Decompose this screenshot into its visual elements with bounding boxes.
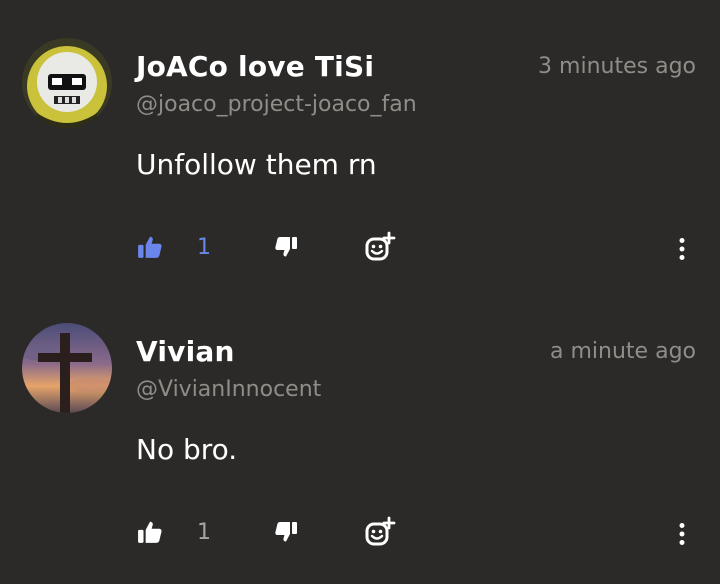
comment-text: No bro. <box>136 433 238 466</box>
thumbs-down-icon <box>275 522 297 542</box>
comment-actions: 1 <box>0 514 720 554</box>
add-reaction-icon <box>365 516 396 546</box>
thumbs-up-icon <box>138 521 162 543</box>
comment-timestamp: a minute ago <box>550 339 696 364</box>
like-button[interactable] <box>132 514 168 550</box>
cross-sunset-avatar-icon <box>22 323 112 413</box>
comment-handle[interactable]: @VivianInnocent <box>136 377 321 402</box>
user-avatar[interactable] <box>22 323 112 413</box>
more-options-icon <box>679 523 685 545</box>
add-reaction-button[interactable] <box>362 514 398 550</box>
comment-item: Vivian @VivianInnocent a minute ago No b… <box>0 0 720 584</box>
like-count: 1 <box>197 520 211 545</box>
dislike-button[interactable] <box>268 514 304 550</box>
more-options-button[interactable] <box>664 516 700 552</box>
comment-username[interactable]: Vivian <box>136 335 235 368</box>
